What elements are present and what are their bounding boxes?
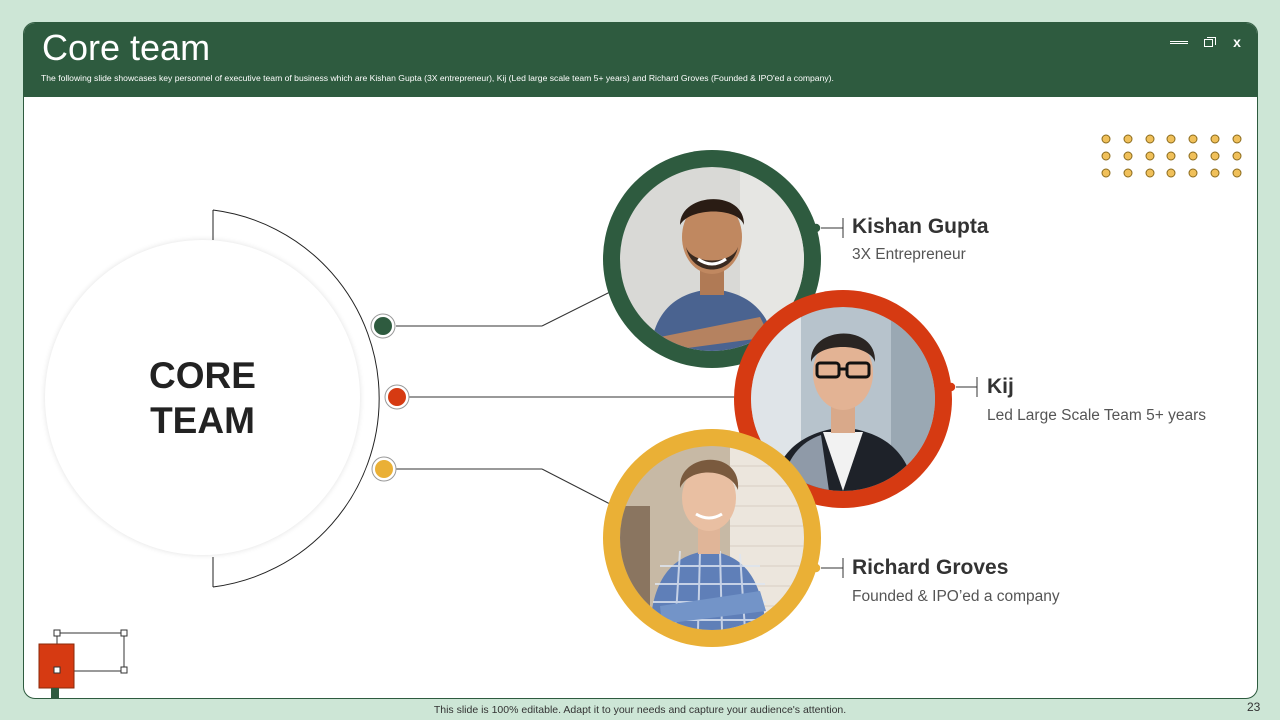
member-name-3: Richard Groves	[852, 556, 1009, 579]
core-team-label: CORE TEAM	[103, 353, 303, 443]
core-label-line1: CORE	[149, 354, 256, 396]
member-name-2: Kij	[987, 375, 1014, 398]
member-photo-ring-3	[603, 429, 821, 647]
member-role-3: Founded & IPO’ed a company	[852, 588, 1060, 605]
green-stub	[51, 688, 59, 698]
decorative-dot-grid	[1101, 134, 1242, 178]
member-role-1: 3X Entrepreneur	[852, 246, 966, 263]
footer-note: This slide is 100% editable. Adapt it to…	[433, 704, 847, 716]
page-number: 23	[1247, 700, 1261, 714]
connector-line-3b	[541, 468, 611, 505]
red-shape	[38, 643, 75, 689]
core-team-circle: CORE TEAM	[45, 240, 360, 555]
core-label-line2: TEAM	[150, 399, 255, 441]
member-photo-3	[620, 446, 804, 630]
connector-line-1b	[541, 291, 611, 327]
member-role-2: Led Large Scale Team 5+ years	[987, 407, 1207, 424]
slide-content: CORE TEAM Kishan Gupta 3X Entrepreneur K…	[0, 0, 1280, 720]
member-name-1: Kishan Gupta	[852, 215, 989, 238]
